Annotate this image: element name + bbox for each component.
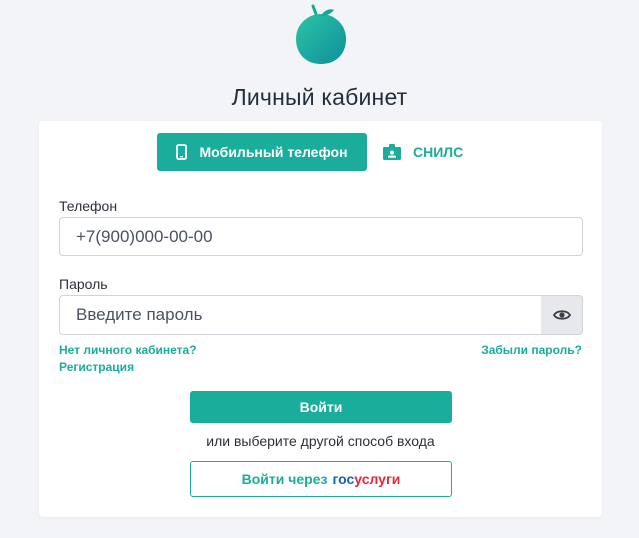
password-label: Пароль xyxy=(59,276,108,292)
forgot-password-link[interactable]: Забыли пароль? xyxy=(481,343,582,357)
gosuslugi-logo: госуслуги xyxy=(332,471,400,487)
page-title: Личный кабинет xyxy=(231,84,408,110)
gosuslugi-logo-part2: услуги xyxy=(354,471,401,487)
login-button[interactable]: Войти xyxy=(190,391,452,423)
login-card: Мобильный телефон СНИЛС Телефон Пароль Н… xyxy=(39,121,602,517)
tab-snils-label: СНИЛС xyxy=(413,144,464,160)
leaf-drop-logo xyxy=(296,4,346,64)
tab-mobile-phone-label: Мобильный телефон xyxy=(199,144,348,160)
eye-icon xyxy=(552,310,571,320)
no-account-link[interactable]: Нет личного кабинета? xyxy=(59,343,197,357)
gosuslugi-login-button[interactable]: Войти через госуслуги xyxy=(190,461,452,497)
alt-login-text: или выберите другой способ входа xyxy=(206,433,435,449)
phone-input[interactable] xyxy=(59,217,583,256)
gosuslugi-prefix: Войти через xyxy=(241,471,328,487)
gosuslugi-logo-part1: гос xyxy=(332,471,355,487)
tab-mobile-phone[interactable]: Мобильный телефон xyxy=(157,133,367,171)
id-card-icon xyxy=(383,144,401,160)
password-input[interactable] xyxy=(59,295,543,335)
show-password-button[interactable] xyxy=(541,295,583,335)
phone-label: Телефон xyxy=(59,198,118,214)
register-link[interactable]: Регистрация xyxy=(59,360,134,374)
tab-snils[interactable]: СНИЛС xyxy=(383,133,463,171)
phone-icon xyxy=(176,144,188,160)
